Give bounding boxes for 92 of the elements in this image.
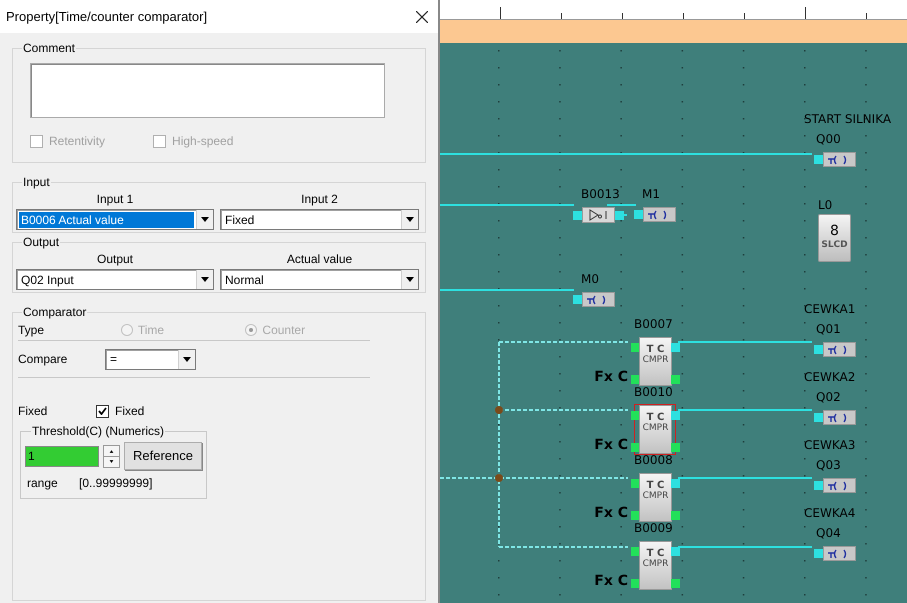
block-symbol: T C bbox=[646, 412, 664, 423]
output-comment: CEWKA1 bbox=[804, 302, 856, 316]
dropdown-arrow-icon bbox=[406, 217, 414, 222]
dropdown[interactable]: Q02 Input bbox=[16, 269, 214, 290]
block-label: B0009 bbox=[634, 521, 673, 535]
output-address: Q02 bbox=[816, 390, 841, 404]
connector-pin[interactable] bbox=[573, 210, 582, 220]
dropdown-value: Q02 Input bbox=[20, 272, 75, 288]
radio-label: Time bbox=[138, 322, 164, 338]
connector-pin[interactable] bbox=[615, 210, 624, 220]
coil-label: M1 bbox=[642, 187, 660, 201]
junction-dot bbox=[495, 474, 503, 482]
dropdown-value: Normal bbox=[224, 272, 265, 288]
dropdown-button[interactable] bbox=[401, 270, 418, 289]
block-label: B0008 bbox=[634, 453, 673, 467]
not-gate-block[interactable] bbox=[582, 207, 615, 223]
dropdown-button[interactable] bbox=[401, 210, 418, 229]
block-label: B0007 bbox=[634, 317, 673, 331]
display-digit: 8 bbox=[830, 223, 839, 240]
dropdown[interactable]: B0006 Actual value bbox=[16, 209, 214, 230]
checkbox-label: Fixed bbox=[115, 403, 144, 420]
field-label: Actual value bbox=[286, 251, 354, 268]
radio-label: Counter bbox=[262, 322, 306, 338]
dropdown-arrow-icon bbox=[183, 356, 191, 362]
comment-field[interactable] bbox=[30, 63, 385, 118]
reference-button[interactable]: Reference bbox=[124, 442, 202, 470]
input-label: Fx C bbox=[594, 369, 628, 385]
input-label: Fx C bbox=[594, 505, 628, 521]
input-label: Fx C bbox=[594, 437, 628, 453]
group-label: Comment bbox=[22, 41, 76, 55]
close-icon[interactable] bbox=[416, 10, 428, 22]
block-label: B0010 bbox=[634, 385, 673, 399]
block-text: CMPR bbox=[642, 491, 668, 502]
display-block[interactable]: 8 SLCD bbox=[818, 214, 851, 262]
output-address: Q04 bbox=[816, 526, 841, 540]
coil-block[interactable] bbox=[823, 152, 856, 167]
not-gate-icon bbox=[588, 209, 610, 221]
range-label: range bbox=[27, 475, 59, 492]
output-comment: CEWKA4 bbox=[804, 506, 856, 520]
dropdown-value: = bbox=[109, 351, 118, 367]
spinner[interactable] bbox=[103, 444, 120, 468]
block-text: CMPR bbox=[642, 355, 668, 366]
dropdown[interactable]: = bbox=[105, 348, 196, 370]
dropdown-button[interactable] bbox=[196, 270, 213, 289]
range-value: [0..99999999] bbox=[79, 475, 152, 492]
junction-dot bbox=[495, 406, 503, 414]
dropdown[interactable]: Normal bbox=[220, 269, 419, 290]
field-label: Output bbox=[96, 251, 134, 268]
field-label: Input 1 bbox=[96, 191, 134, 208]
coil-label: M0 bbox=[581, 272, 599, 286]
group-label: Comparator bbox=[22, 305, 88, 319]
coil-block[interactable] bbox=[823, 546, 856, 561]
coil-block[interactable] bbox=[643, 207, 676, 222]
checkbox[interactable] bbox=[96, 404, 109, 418]
type-label: Type bbox=[18, 322, 46, 338]
dropdown[interactable]: Fixed bbox=[220, 209, 419, 230]
output-comment: CEWKA3 bbox=[804, 438, 856, 452]
dropdown-value: B0006 Actual value bbox=[19, 212, 194, 228]
dropdown-button[interactable] bbox=[178, 350, 195, 368]
checkbox-label: High-speed bbox=[172, 133, 234, 150]
coil-block[interactable] bbox=[823, 410, 856, 425]
group-label: Threshold(C) (Numerics) bbox=[31, 424, 166, 438]
group-label: Input bbox=[22, 175, 51, 189]
block-text: CMPR bbox=[642, 423, 668, 434]
display-text: SLCD bbox=[821, 239, 848, 252]
dropdown-arrow-icon bbox=[406, 277, 414, 282]
display-label: L0 bbox=[818, 198, 832, 212]
output-comment: START SILNIKA bbox=[804, 112, 892, 126]
dropdown-arrow-icon bbox=[201, 277, 209, 282]
checkbox-label: Retentivity bbox=[49, 133, 106, 150]
dropdown-button[interactable] bbox=[196, 210, 213, 229]
input-label: Fx C bbox=[594, 573, 628, 589]
block-symbol: T C bbox=[646, 344, 664, 355]
coil-block[interactable] bbox=[582, 292, 615, 307]
threshold-field[interactable]: 1 bbox=[25, 446, 99, 466]
block-text: CMPR bbox=[642, 559, 668, 570]
output-address: Q03 bbox=[816, 458, 841, 472]
coil-block[interactable] bbox=[823, 342, 856, 357]
output-address: Q00 bbox=[816, 132, 841, 146]
fixed-label: Fixed bbox=[18, 403, 48, 420]
dropdown-value: Fixed bbox=[224, 212, 256, 228]
block-symbol: T C bbox=[646, 548, 664, 559]
coil-block[interactable] bbox=[823, 478, 856, 493]
block-symbol: T C bbox=[646, 480, 664, 491]
dropdown-arrow-icon bbox=[201, 217, 209, 222]
output-address: Q01 bbox=[816, 322, 841, 336]
output-comment: CEWKA2 bbox=[804, 370, 856, 384]
block-label: B0013 bbox=[581, 187, 620, 201]
group-label: Output bbox=[22, 235, 60, 249]
window-title: Property[Time/counter comparator] bbox=[6, 8, 208, 26]
field-label: Input 2 bbox=[300, 191, 339, 208]
compare-label: Compare bbox=[18, 351, 68, 368]
